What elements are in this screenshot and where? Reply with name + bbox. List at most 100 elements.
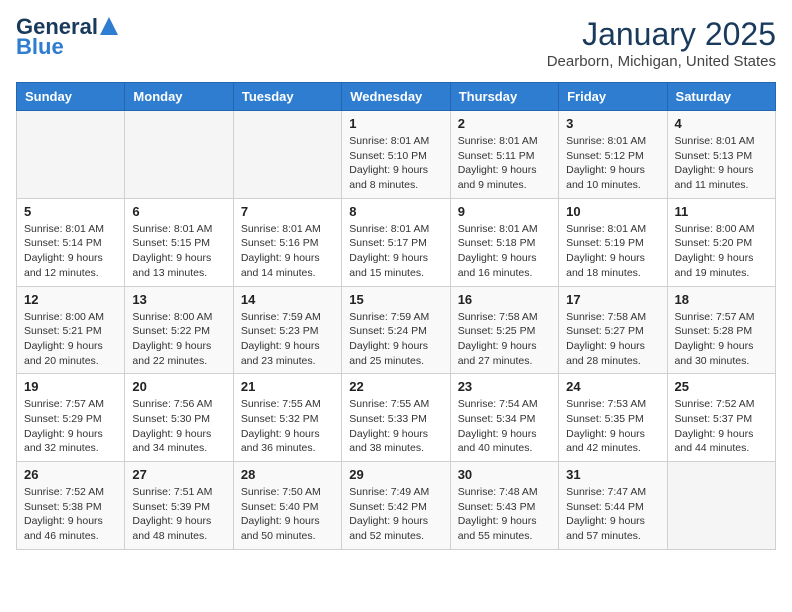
day-number: 27 bbox=[132, 467, 225, 482]
day-info: Sunrise: 7:58 AM Sunset: 5:27 PM Dayligh… bbox=[566, 310, 659, 369]
day-number: 26 bbox=[24, 467, 117, 482]
day-number: 29 bbox=[349, 467, 442, 482]
weekday-header-tuesday: Tuesday bbox=[233, 83, 341, 111]
location: Dearborn, Michigan, United States bbox=[547, 53, 776, 70]
weekday-header-saturday: Saturday bbox=[667, 83, 775, 111]
day-number: 18 bbox=[675, 292, 768, 307]
day-info: Sunrise: 8:01 AM Sunset: 5:16 PM Dayligh… bbox=[241, 222, 334, 281]
day-info: Sunrise: 7:57 AM Sunset: 5:28 PM Dayligh… bbox=[675, 310, 768, 369]
day-number: 7 bbox=[241, 204, 334, 219]
day-cell bbox=[233, 111, 341, 199]
day-cell: 25 Sunrise: 7:52 AM Sunset: 5:37 PM Dayli… bbox=[667, 374, 775, 462]
page-header: General Blue January 2025 Dearborn, Mich… bbox=[16, 16, 776, 70]
calendar-table: SundayMondayTuesdayWednesdayThursdayFrid… bbox=[16, 82, 776, 550]
day-cell: 14 Sunrise: 7:59 AM Sunset: 5:23 PM Dayli… bbox=[233, 286, 341, 374]
day-info: Sunrise: 7:58 AM Sunset: 5:25 PM Dayligh… bbox=[458, 310, 551, 369]
day-cell: 11Sunrise: 8:00 AM Sunset: 5:20 PM Dayli… bbox=[667, 198, 775, 286]
month-title: January 2025 bbox=[547, 16, 776, 53]
day-cell: 22 Sunrise: 7:55 AM Sunset: 5:33 PM Dayli… bbox=[342, 374, 450, 462]
day-number: 4 bbox=[675, 116, 768, 131]
day-info: Sunrise: 7:50 AM Sunset: 5:40 PM Dayligh… bbox=[241, 485, 334, 544]
day-number: 6 bbox=[132, 204, 225, 219]
day-info: Sunrise: 8:01 AM Sunset: 5:14 PM Dayligh… bbox=[24, 222, 117, 281]
day-cell: 8Sunrise: 8:01 AM Sunset: 5:17 PM Daylig… bbox=[342, 198, 450, 286]
day-number: 31 bbox=[566, 467, 659, 482]
day-info: Sunrise: 7:54 AM Sunset: 5:34 PM Dayligh… bbox=[458, 397, 551, 456]
weekday-header-row: SundayMondayTuesdayWednesdayThursdayFrid… bbox=[17, 83, 776, 111]
day-info: Sunrise: 7:53 AM Sunset: 5:35 PM Dayligh… bbox=[566, 397, 659, 456]
day-cell: 5Sunrise: 8:01 AM Sunset: 5:14 PM Daylig… bbox=[17, 198, 125, 286]
day-cell: 21 Sunrise: 7:55 AM Sunset: 5:32 PM Dayli… bbox=[233, 374, 341, 462]
day-number: 17 bbox=[566, 292, 659, 307]
day-info: Sunrise: 8:01 AM Sunset: 5:18 PM Dayligh… bbox=[458, 222, 551, 281]
day-cell: 23 Sunrise: 7:54 AM Sunset: 5:34 PM Dayli… bbox=[450, 374, 558, 462]
day-number: 15 bbox=[349, 292, 442, 307]
day-info: Sunrise: 7:48 AM Sunset: 5:43 PM Dayligh… bbox=[458, 485, 551, 544]
day-info: Sunrise: 7:51 AM Sunset: 5:39 PM Dayligh… bbox=[132, 485, 225, 544]
weekday-header-monday: Monday bbox=[125, 83, 233, 111]
day-number: 1 bbox=[349, 116, 442, 131]
day-number: 19 bbox=[24, 379, 117, 394]
day-number: 2 bbox=[458, 116, 551, 131]
day-cell: 16 Sunrise: 7:58 AM Sunset: 5:25 PM Dayli… bbox=[450, 286, 558, 374]
logo-icon bbox=[98, 17, 118, 37]
day-info: Sunrise: 7:47 AM Sunset: 5:44 PM Dayligh… bbox=[566, 485, 659, 544]
day-cell: 28 Sunrise: 7:50 AM Sunset: 5:40 PM Dayli… bbox=[233, 462, 341, 550]
day-number: 21 bbox=[241, 379, 334, 394]
day-cell: 2 Sunrise: 8:01 AM Sunset: 5:11 PM Daylig… bbox=[450, 111, 558, 199]
weekday-header-sunday: Sunday bbox=[17, 83, 125, 111]
logo: General Blue bbox=[16, 16, 118, 58]
day-cell: 19Sunrise: 7:57 AM Sunset: 5:29 PM Dayli… bbox=[17, 374, 125, 462]
day-cell: 29 Sunrise: 7:49 AM Sunset: 5:42 PM Dayli… bbox=[342, 462, 450, 550]
day-number: 25 bbox=[675, 379, 768, 394]
day-cell: 17 Sunrise: 7:58 AM Sunset: 5:27 PM Dayli… bbox=[559, 286, 667, 374]
day-cell: 6 Sunrise: 8:01 AM Sunset: 5:15 PM Daylig… bbox=[125, 198, 233, 286]
weekday-header-thursday: Thursday bbox=[450, 83, 558, 111]
week-row-2: 5Sunrise: 8:01 AM Sunset: 5:14 PM Daylig… bbox=[17, 198, 776, 286]
day-info: Sunrise: 8:01 AM Sunset: 5:11 PM Dayligh… bbox=[458, 134, 551, 193]
title-block: January 2025 Dearborn, Michigan, United … bbox=[547, 16, 776, 70]
day-info: Sunrise: 7:52 AM Sunset: 5:38 PM Dayligh… bbox=[24, 485, 117, 544]
weekday-header-wednesday: Wednesday bbox=[342, 83, 450, 111]
day-cell: 10Sunrise: 8:01 AM Sunset: 5:19 PM Dayli… bbox=[559, 198, 667, 286]
week-row-3: 12 Sunrise: 8:00 AM Sunset: 5:21 PM Dayli… bbox=[17, 286, 776, 374]
day-cell: 15 Sunrise: 7:59 AM Sunset: 5:24 PM Dayli… bbox=[342, 286, 450, 374]
day-cell bbox=[125, 111, 233, 199]
day-number: 22 bbox=[349, 379, 442, 394]
week-row-5: 26 Sunrise: 7:52 AM Sunset: 5:38 PM Dayli… bbox=[17, 462, 776, 550]
day-cell: 20Sunrise: 7:56 AM Sunset: 5:30 PM Dayli… bbox=[125, 374, 233, 462]
day-info: Sunrise: 8:00 AM Sunset: 5:22 PM Dayligh… bbox=[132, 310, 225, 369]
day-info: Sunrise: 8:00 AM Sunset: 5:20 PM Dayligh… bbox=[675, 222, 768, 281]
day-info: Sunrise: 8:01 AM Sunset: 5:10 PM Dayligh… bbox=[349, 134, 442, 193]
day-info: Sunrise: 7:55 AM Sunset: 5:32 PM Dayligh… bbox=[241, 397, 334, 456]
day-number: 24 bbox=[566, 379, 659, 394]
day-number: 12 bbox=[24, 292, 117, 307]
day-number: 16 bbox=[458, 292, 551, 307]
day-number: 3 bbox=[566, 116, 659, 131]
day-cell: 12 Sunrise: 8:00 AM Sunset: 5:21 PM Dayli… bbox=[17, 286, 125, 374]
day-info: Sunrise: 7:59 AM Sunset: 5:23 PM Dayligh… bbox=[241, 310, 334, 369]
day-info: Sunrise: 8:01 AM Sunset: 5:12 PM Dayligh… bbox=[566, 134, 659, 193]
day-info: Sunrise: 8:00 AM Sunset: 5:21 PM Dayligh… bbox=[24, 310, 117, 369]
day-info: Sunrise: 8:01 AM Sunset: 5:15 PM Dayligh… bbox=[132, 222, 225, 281]
weekday-header-friday: Friday bbox=[559, 83, 667, 111]
day-cell bbox=[667, 462, 775, 550]
day-cell bbox=[17, 111, 125, 199]
week-row-1: 1 Sunrise: 8:01 AM Sunset: 5:10 PM Daylig… bbox=[17, 111, 776, 199]
day-number: 8 bbox=[349, 204, 442, 219]
day-info: Sunrise: 7:55 AM Sunset: 5:33 PM Dayligh… bbox=[349, 397, 442, 456]
day-number: 14 bbox=[241, 292, 334, 307]
day-number: 28 bbox=[241, 467, 334, 482]
day-number: 23 bbox=[458, 379, 551, 394]
day-cell: 24 Sunrise: 7:53 AM Sunset: 5:35 PM Dayli… bbox=[559, 374, 667, 462]
day-number: 30 bbox=[458, 467, 551, 482]
day-cell: 31 Sunrise: 7:47 AM Sunset: 5:44 PM Dayli… bbox=[559, 462, 667, 550]
day-number: 20 bbox=[132, 379, 225, 394]
day-number: 13 bbox=[132, 292, 225, 307]
day-info: Sunrise: 7:49 AM Sunset: 5:42 PM Dayligh… bbox=[349, 485, 442, 544]
week-row-4: 19Sunrise: 7:57 AM Sunset: 5:29 PM Dayli… bbox=[17, 374, 776, 462]
day-info: Sunrise: 7:52 AM Sunset: 5:37 PM Dayligh… bbox=[675, 397, 768, 456]
day-info: Sunrise: 8:01 AM Sunset: 5:13 PM Dayligh… bbox=[675, 134, 768, 193]
day-info: Sunrise: 7:59 AM Sunset: 5:24 PM Dayligh… bbox=[349, 310, 442, 369]
day-cell: 26 Sunrise: 7:52 AM Sunset: 5:38 PM Dayli… bbox=[17, 462, 125, 550]
